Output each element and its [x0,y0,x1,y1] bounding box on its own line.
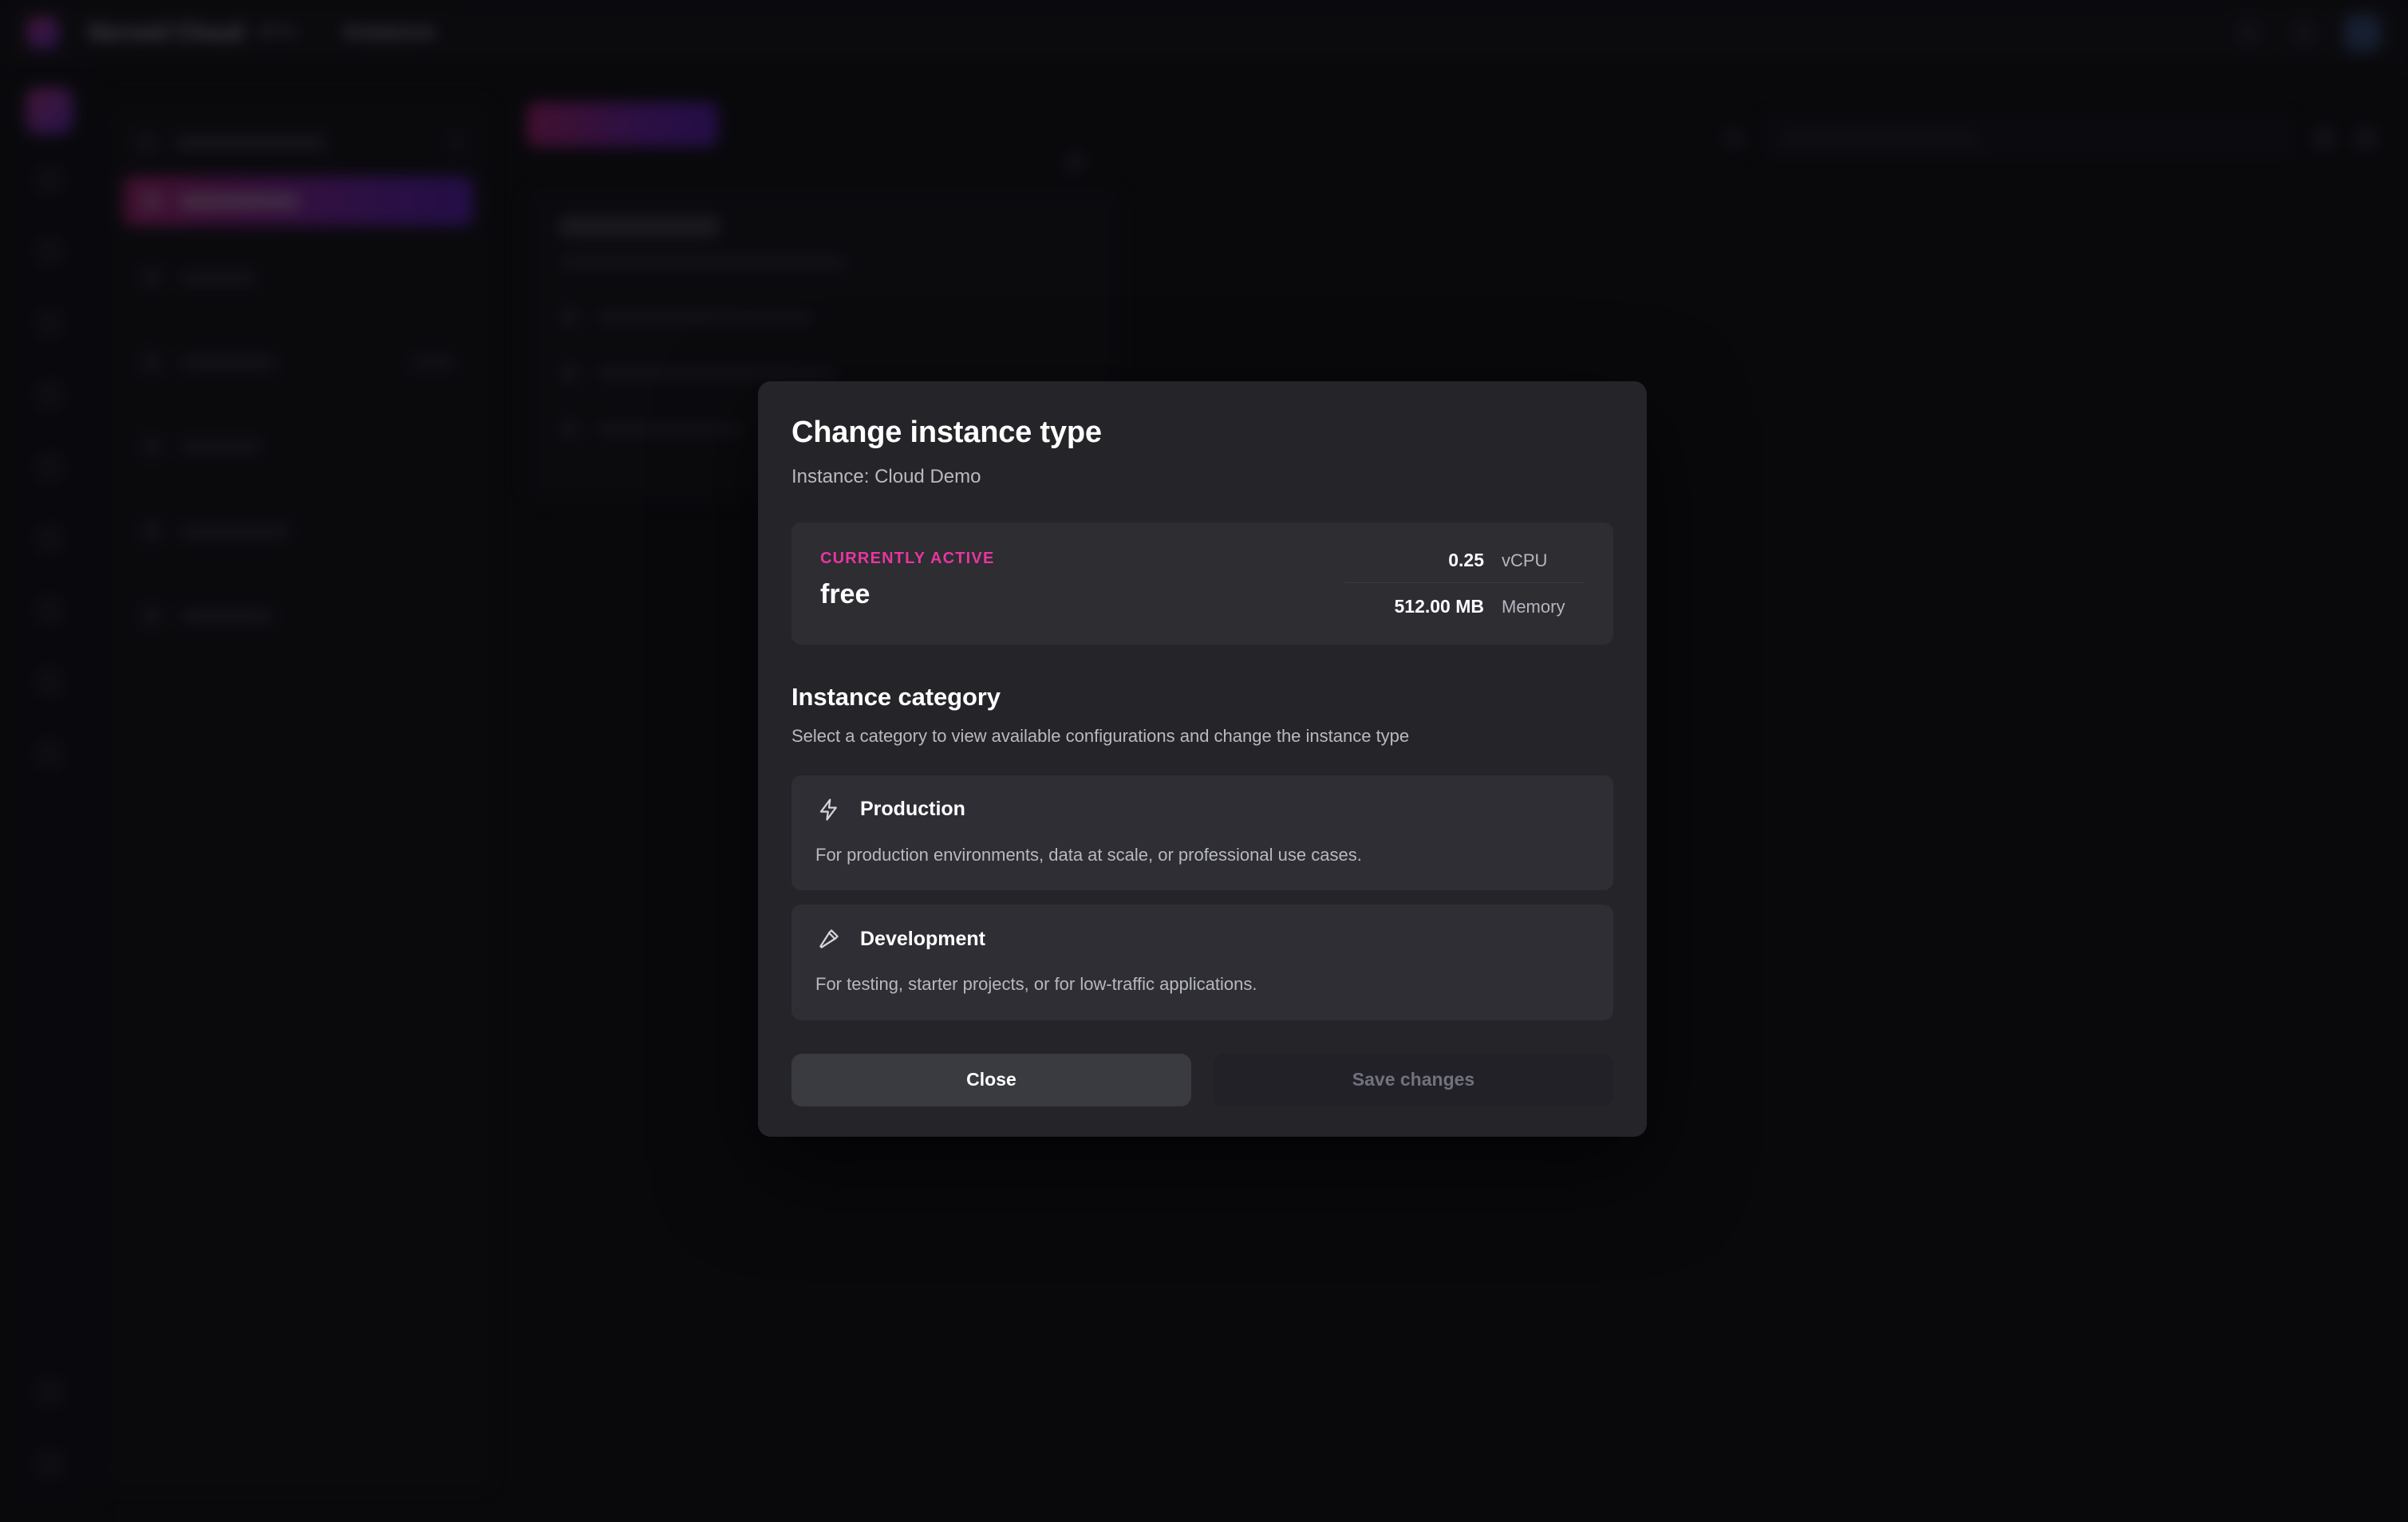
change-instance-type-dialog: Change instance type Instance: Cloud Dem… [758,381,1647,1137]
app-root: Served Cloud BETA Instances [0,0,2408,1522]
zap-icon [815,796,843,823]
category-option-production[interactable]: Production For production environments, … [791,775,1613,891]
spec-value: 0.25 [1448,549,1484,570]
spec-row-vcpu: 0.25 vCPU [1345,546,1585,582]
currently-active-badge: CURRENTLY ACTIVE [820,549,995,567]
close-button[interactable]: Close [791,1053,1191,1106]
spec-row-memory: 512.00 MB Memory [1345,582,1585,617]
active-card-left: CURRENTLY ACTIVE free [820,546,1345,609]
category-header: Production [815,796,1589,823]
category-description: For production environments, data at sca… [815,844,1362,865]
dialog-footer: Close Save changes [791,1053,1613,1106]
spec-unit: Memory [1502,596,1565,617]
category-list: Production For production environments, … [791,775,1613,1020]
category-name: Development [860,927,985,950]
dialog-subtitle: Instance: Cloud Demo [791,465,981,487]
category-description: For testing, starter projects, or for lo… [815,974,1257,995]
currently-active-card: CURRENTLY ACTIVE free 0.25 vCPU 512.00 M… [791,522,1613,645]
category-name: Production [860,798,965,821]
save-changes-button[interactable]: Save changes [1214,1053,1613,1106]
category-option-development[interactable]: Development For testing, starter project… [791,905,1613,1020]
active-instance-type-name: free [820,578,870,609]
active-card-specs: 0.25 vCPU 512.00 MB Memory [1345,546,1585,617]
instance-category-description: Select a category to view available conf… [791,725,1410,746]
spec-value: 512.00 MB [1394,595,1484,617]
dialog-title: Change instance type [791,416,1102,449]
instance-category-heading: Instance category [791,682,1001,711]
category-header: Development [815,925,1589,952]
hammer-icon [815,925,843,952]
spec-unit: vCPU [1502,550,1548,570]
